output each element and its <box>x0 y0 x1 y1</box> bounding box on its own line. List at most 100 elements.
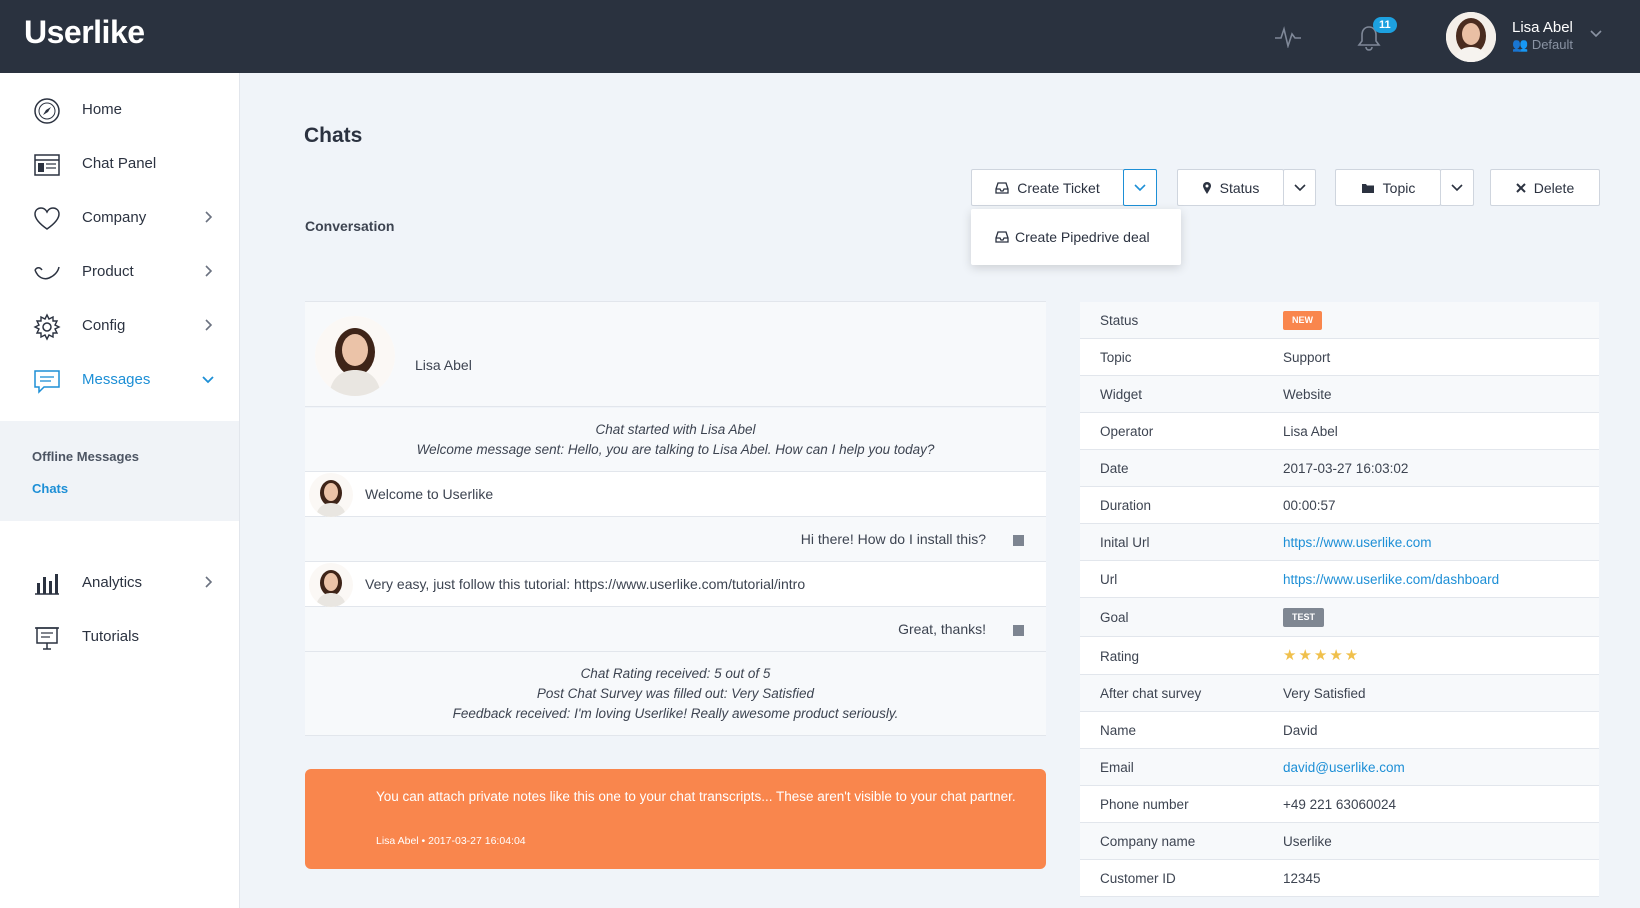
sidebar-item-product[interactable]: Product <box>0 250 239 294</box>
sidebar-item-analytics[interactable]: Analytics <box>0 561 239 605</box>
detail-key: Url <box>1100 572 1118 587</box>
topic-button[interactable]: Topic <box>1335 169 1441 206</box>
delete-button[interactable]: Delete <box>1490 169 1600 206</box>
chevron-right-icon <box>205 211 213 223</box>
detail-row-phone: Phone number +49 221 63060024 <box>1080 786 1599 823</box>
detail-link[interactable]: https://www.userlike.com <box>1283 535 1432 550</box>
system-line: Feedback received: I'm loving Userlike! … <box>452 706 899 721</box>
logo[interactable]: Userlike <box>24 14 145 51</box>
sidebar-item-tutorials[interactable]: Tutorials <box>0 615 239 659</box>
detail-value: 12345 <box>1283 871 1321 886</box>
avatar[interactable] <box>1446 12 1496 62</box>
chevron-down-icon <box>1293 183 1306 191</box>
system-line: Chat started with Lisa Abel <box>595 422 756 437</box>
status-badge: NEW <box>1283 311 1322 330</box>
detail-key: Topic <box>1100 350 1132 365</box>
chevron-right-icon <box>205 265 213 277</box>
sidebar: Home Chat Panel Company Product Config M… <box>0 73 240 908</box>
detail-row-company: Company name Userlike <box>1080 823 1599 860</box>
detail-row-survey: After chat survey Very Satisfied <box>1080 675 1599 712</box>
detail-value: Website <box>1283 387 1332 402</box>
detail-key: Email <box>1100 760 1134 775</box>
system-line: Welcome message sent: Hello, you are tal… <box>416 442 935 457</box>
detail-key: Widget <box>1100 387 1143 402</box>
avatar <box>315 316 395 396</box>
chat-message: Very easy, just follow this tutorial: ht… <box>305 562 1046 607</box>
subnav-offline-messages[interactable]: Offline Messages <box>32 449 139 464</box>
subnav-chats[interactable]: Chats <box>32 481 68 496</box>
detail-row-widget: Widget Website <box>1080 376 1599 413</box>
chat-message: Hi there! How do I install this? <box>305 517 1046 562</box>
chat-panel-icon <box>34 154 60 176</box>
sidebar-item-home[interactable]: Home <box>0 88 239 132</box>
detail-key: Duration <box>1100 498 1152 513</box>
presentation-icon <box>35 627 59 650</box>
detail-row-status: Status NEW <box>1080 302 1599 339</box>
sidebar-item-chat-panel[interactable]: Chat Panel <box>0 142 239 186</box>
create-ticket-label: Create Ticket <box>1017 179 1100 196</box>
sidebar-item-label: Analytics <box>82 574 143 591</box>
participant-name: Lisa Abel <box>415 357 472 373</box>
detail-row-initial-url: Inital Url https://www.userlike.com <box>1080 524 1599 561</box>
create-pipedrive-deal-item[interactable]: Create Pipedrive deal <box>971 209 1181 265</box>
sidebar-item-label: Product <box>82 263 134 280</box>
chat-message: Great, thanks! <box>305 607 1046 652</box>
detail-row-duration: Duration 00:00:57 <box>1080 487 1599 524</box>
sidebar-item-label: Chat Panel <box>82 155 157 172</box>
detail-value: 00:00:57 <box>1283 498 1336 513</box>
create-pipedrive-deal-label: Create Pipedrive deal <box>1015 229 1150 245</box>
users-icon: 👥 <box>1512 37 1529 52</box>
message-text: Great, thanks! <box>898 621 986 637</box>
detail-key: Name <box>1100 723 1137 738</box>
avatar <box>309 563 353 607</box>
chevron-right-icon <box>205 576 213 588</box>
note-meta: Lisa Abel • 2017-03-27 16:04:04 <box>376 835 526 847</box>
detail-key: Phone number <box>1100 797 1189 812</box>
detail-row-customer-id: Customer ID 12345 <box>1080 860 1599 897</box>
status-button[interactable]: Status <box>1177 169 1284 206</box>
folder-icon <box>1361 183 1374 193</box>
detail-key: After chat survey <box>1100 686 1202 701</box>
create-ticket-dropdown-toggle[interactable] <box>1123 169 1157 206</box>
detail-key: Date <box>1100 461 1129 476</box>
user-role-label: Default <box>1531 37 1574 52</box>
chevron-down-icon[interactable] <box>1590 30 1602 38</box>
detail-key: Status <box>1100 313 1139 328</box>
conversation-header: Lisa Abel <box>305 301 1046 407</box>
chevron-down-icon <box>1451 183 1463 191</box>
system-line: Chat Rating received: 5 out of 5 <box>580 666 771 681</box>
detail-key: Inital Url <box>1100 535 1150 550</box>
detail-key: Rating <box>1100 649 1140 664</box>
avatar <box>309 473 353 517</box>
create-ticket-button[interactable]: Create Ticket <box>971 169 1124 206</box>
detail-row-operator: Operator Lisa Abel <box>1080 413 1599 450</box>
sidebar-item-company[interactable]: Company <box>0 196 239 240</box>
detail-key: Goal <box>1100 610 1129 625</box>
activity-icon[interactable] <box>1274 26 1302 48</box>
message-text: Very easy, just follow this tutorial: ht… <box>365 576 806 592</box>
inbox-icon <box>995 231 1009 243</box>
detail-row-date: Date 2017-03-27 16:03:02 <box>1080 450 1599 487</box>
close-icon <box>1516 182 1526 193</box>
visitor-avatar-icon <box>1013 535 1024 546</box>
user-name[interactable]: Lisa Abel <box>1512 19 1573 36</box>
status-dropdown-toggle[interactable] <box>1283 169 1316 206</box>
topic-label: Topic <box>1382 179 1416 196</box>
page-title: Chats <box>304 124 363 147</box>
map-pin-icon <box>1202 181 1211 194</box>
detail-key: Customer ID <box>1100 871 1176 886</box>
inbox-icon <box>995 181 1009 194</box>
heart-icon <box>34 207 60 230</box>
status-label: Status <box>1219 179 1260 196</box>
sidebar-item-label: Home <box>82 101 123 118</box>
chevron-down-icon <box>1134 183 1146 191</box>
sidebar-item-config[interactable]: Config <box>0 304 239 348</box>
messages-subnav: Offline Messages Chats <box>0 421 239 521</box>
topic-dropdown-toggle[interactable] <box>1440 169 1474 206</box>
detail-link[interactable]: https://www.userlike.com/dashboard <box>1283 572 1499 587</box>
system-message: Chat Rating received: 5 out of 5 Post Ch… <box>305 652 1046 736</box>
sidebar-item-messages[interactable]: Messages <box>0 358 239 402</box>
detail-key: Company name <box>1100 834 1196 849</box>
detail-value: Userlike <box>1283 834 1332 849</box>
detail-link[interactable]: david@userlike.com <box>1283 760 1405 775</box>
